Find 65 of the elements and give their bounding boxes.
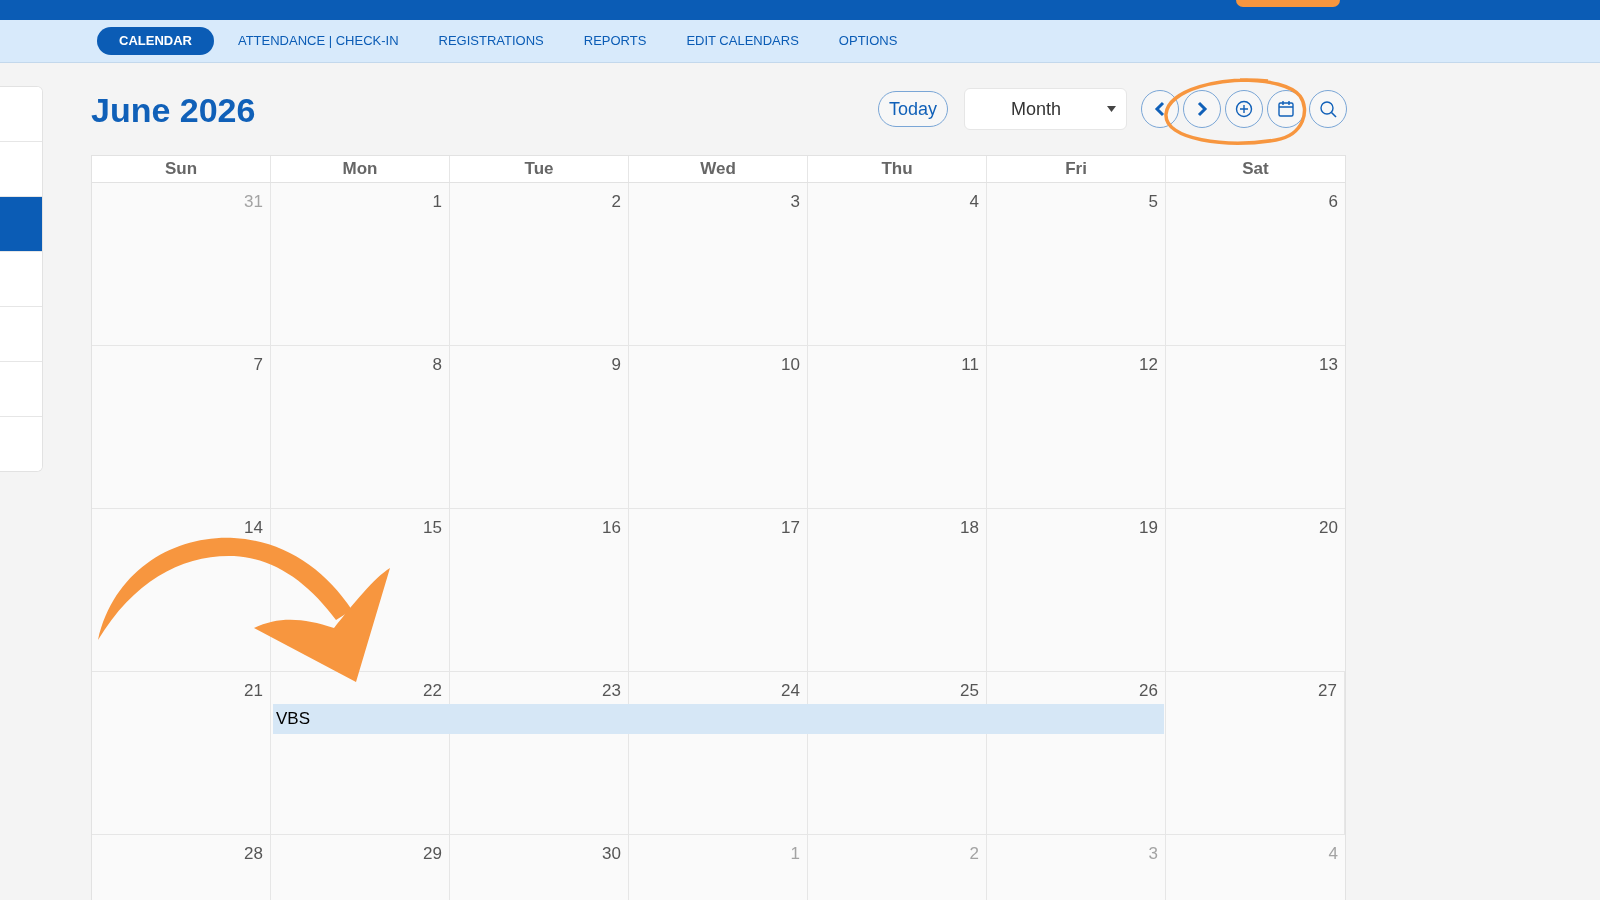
day-number: 20 — [1319, 517, 1338, 535]
day-number: 1 — [790, 843, 800, 861]
month-title: June 2026 — [91, 89, 256, 131]
weekday-header: Wed — [629, 156, 808, 182]
nav-tab[interactable]: EDIT CALENDARS — [670, 27, 815, 55]
weekday-header: Fri — [987, 156, 1166, 182]
day-number: 29 — [423, 843, 442, 861]
plus-circle-icon — [1235, 100, 1253, 118]
day-number: 14 — [244, 517, 263, 535]
day-number: 4 — [969, 191, 979, 209]
day-number: 23 — [602, 680, 621, 698]
sidebar-item[interactable] — [0, 197, 42, 252]
weekday-header: Sat — [1241, 158, 1270, 181]
header-button[interactable] — [1236, 0, 1340, 7]
today-button[interactable]: Today — [877, 91, 948, 127]
add-button[interactable] — [1225, 90, 1263, 128]
day-number: 25 — [960, 680, 979, 698]
day-number: 10 — [781, 354, 800, 372]
weekday-header: Tue — [450, 156, 629, 182]
day-number: 8 — [432, 354, 442, 372]
calendar-icon — [1277, 100, 1295, 118]
search-icon — [1319, 100, 1337, 118]
day-number: 2 — [969, 843, 979, 861]
view-select[interactable]: Month — [964, 88, 1127, 130]
day-number: 15 — [423, 517, 442, 535]
weekday-header: Sun — [92, 156, 271, 182]
day-number: 5 — [1148, 191, 1158, 209]
day-number: 31 — [244, 191, 263, 209]
day-number: 18 — [960, 517, 979, 535]
day-number: 2 — [611, 191, 621, 209]
day-number: 3 — [790, 191, 800, 209]
day-number: 11 — [961, 354, 979, 372]
day-number: 21 — [244, 680, 263, 698]
search-button[interactable] — [1309, 90, 1347, 128]
calendar-button[interactable] — [1267, 90, 1305, 128]
chevron-left-icon — [1154, 101, 1166, 117]
day-number: 4 — [1328, 843, 1338, 861]
day-number: 7 — [253, 354, 263, 372]
weekday-header: Thu — [808, 156, 987, 182]
dropdown-caret-icon — [1107, 106, 1116, 112]
day-number: 22 — [423, 680, 442, 698]
next-button[interactable] — [1183, 90, 1221, 128]
day-number: 17 — [781, 517, 800, 535]
day-number: 30 — [602, 843, 621, 861]
day-number: 3 — [1148, 843, 1158, 861]
weekday-header: Mon — [271, 156, 450, 182]
sidebar-item[interactable] — [0, 87, 42, 142]
day-number: 9 — [611, 354, 621, 372]
day-number: 6 — [1328, 191, 1338, 209]
day-number: 1 — [432, 191, 442, 209]
nav-tab[interactable]: REPORTS — [567, 27, 663, 55]
day-number: 26 — [1139, 680, 1158, 698]
day-number: 27 — [1318, 680, 1337, 698]
event-bar[interactable]: VBS — [273, 704, 1164, 734]
day-number: 12 — [1139, 354, 1158, 372]
nav-tab[interactable]: REGISTRATIONS — [422, 27, 560, 55]
chevron-right-icon — [1196, 101, 1208, 117]
nav-tab[interactable]: OPTIONS — [822, 27, 914, 55]
day-number: 16 — [602, 517, 621, 535]
nav-tab[interactable]: ATTENDANCE | CHECK-IN — [221, 27, 415, 55]
day-number: 24 — [781, 680, 800, 698]
nav-tab[interactable]: CALENDAR — [97, 27, 214, 55]
day-number: 19 — [1139, 517, 1158, 535]
day-number: 13 — [1319, 354, 1338, 372]
day-number: 28 — [244, 843, 263, 861]
